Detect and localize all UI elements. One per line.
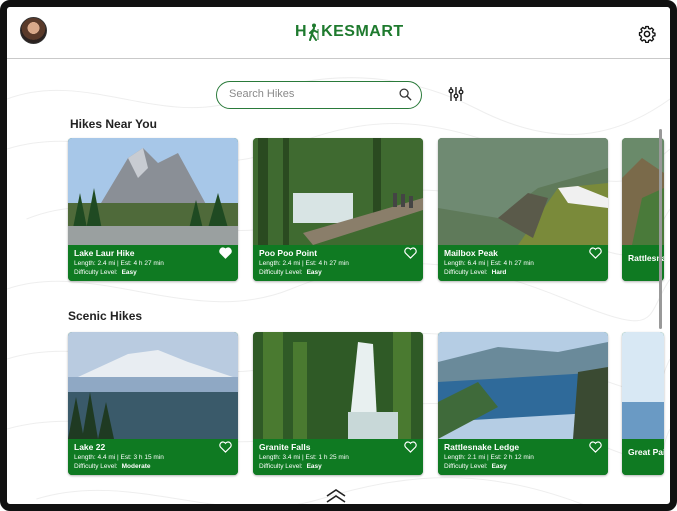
filter-icon[interactable]	[448, 86, 464, 102]
heart-icon[interactable]	[589, 247, 602, 259]
hike-image	[68, 138, 238, 245]
hike-meta: Length: 3.4 mi | Est: 1 h 25 min	[259, 454, 349, 461]
hike-image	[253, 332, 423, 439]
scrollbar[interactable]	[659, 129, 662, 329]
search-input[interactable]	[229, 88, 389, 100]
hike-card[interactable]: Rattlesna	[622, 138, 664, 281]
hike-info: Lake 22 Length: 4.4 mi | Est: 3 h 15 min…	[68, 439, 238, 475]
hike-card[interactable]: Lake 22 Length: 4.4 mi | Est: 3 h 15 min…	[68, 332, 238, 475]
hike-image	[68, 332, 238, 439]
hike-info: Rattlesnake Ledge Length: 2.1 mi | Est: …	[438, 439, 608, 475]
hike-info: Poo Poo Point Length: 2.4 mi | Est: 4 h …	[253, 245, 423, 281]
chevron-up-icon[interactable]	[325, 488, 347, 504]
hike-card[interactable]: Granite Falls Length: 3.4 mi | Est: 1 h …	[253, 332, 423, 475]
gear-icon[interactable]	[638, 25, 656, 43]
hike-difficulty: Difficulty Level: Easy	[74, 269, 137, 276]
hike-info: Granite Falls Length: 3.4 mi | Est: 1 h …	[253, 439, 423, 475]
hike-card[interactable]: Poo Poo Point Length: 2.4 mi | Est: 4 h …	[253, 138, 423, 281]
hike-image	[253, 138, 423, 245]
app-logo: H KESMART	[295, 23, 404, 41]
hike-image	[438, 332, 608, 439]
hike-image	[622, 138, 664, 245]
logo-suffix: KESMART	[321, 23, 404, 40]
hike-name: Poo Poo Point	[259, 248, 318, 258]
hike-difficulty: Difficulty Level: Hard	[444, 269, 507, 276]
avatar[interactable]	[20, 17, 47, 44]
device-frame: H KESMART Hikes Near You	[0, 0, 677, 511]
hike-name: Lake 22	[74, 442, 106, 452]
hike-info: Rattlesna	[622, 245, 664, 281]
heart-icon[interactable]	[404, 247, 417, 259]
hike-name: Rattlesna	[628, 253, 664, 263]
search-bar[interactable]	[216, 81, 422, 109]
hike-name: Mailbox Peak	[444, 248, 498, 258]
heart-icon[interactable]	[589, 441, 602, 453]
hike-difficulty: Difficulty Level: Easy	[444, 463, 507, 470]
hike-name: Rattlesnake Ledge	[444, 442, 520, 452]
logo-prefix: H	[295, 23, 308, 40]
hike-name: Lake Laur Hike	[74, 248, 135, 258]
hike-meta: Length: 2.4 mi | Est: 4 h 27 min	[259, 260, 349, 267]
hike-image	[622, 332, 664, 439]
hike-difficulty: Difficulty Level: Easy	[259, 269, 322, 276]
hike-meta: Length: 2.4 mi | Est: 4 h 27 min	[74, 260, 164, 267]
hike-image	[438, 138, 608, 245]
heart-icon[interactable]	[404, 441, 417, 453]
heart-icon[interactable]	[219, 441, 232, 453]
heart-icon[interactable]	[219, 247, 232, 259]
hike-info: Mailbox Peak Length: 6.4 mi | Est: 4 h 2…	[438, 245, 608, 281]
hike-name: Great Pain	[628, 447, 664, 457]
hike-card[interactable]: Great Pain	[622, 332, 664, 475]
hiker-icon	[309, 23, 319, 41]
section-title-near-you: Hikes Near You	[70, 117, 157, 131]
hike-meta: Length: 4.4 mi | Est: 3 h 15 min	[74, 454, 164, 461]
app-header: H KESMART	[7, 7, 670, 59]
hike-meta: Length: 6.4 mi | Est: 4 h 27 min	[444, 260, 534, 267]
hike-info: Great Pain	[622, 439, 664, 475]
hike-meta: Length: 2.1 mi | Est: 2 h 12 min	[444, 454, 534, 461]
hike-info: Lake Laur Hike Length: 2.4 mi | Est: 4 h…	[68, 245, 238, 281]
hike-difficulty: Difficulty Level: Easy	[259, 463, 322, 470]
search-icon[interactable]	[399, 88, 412, 101]
section-title-scenic: Scenic Hikes	[68, 309, 143, 323]
hike-card[interactable]: Lake Laur Hike Length: 2.4 mi | Est: 4 h…	[68, 138, 238, 281]
home-indicator	[239, 507, 439, 511]
hike-card[interactable]: Rattlesnake Ledge Length: 2.1 mi | Est: …	[438, 332, 608, 475]
hike-name: Granite Falls	[259, 442, 311, 452]
hike-difficulty: Difficulty Level: Moderate	[74, 463, 151, 470]
hike-card[interactable]: Mailbox Peak Length: 6.4 mi | Est: 4 h 2…	[438, 138, 608, 281]
